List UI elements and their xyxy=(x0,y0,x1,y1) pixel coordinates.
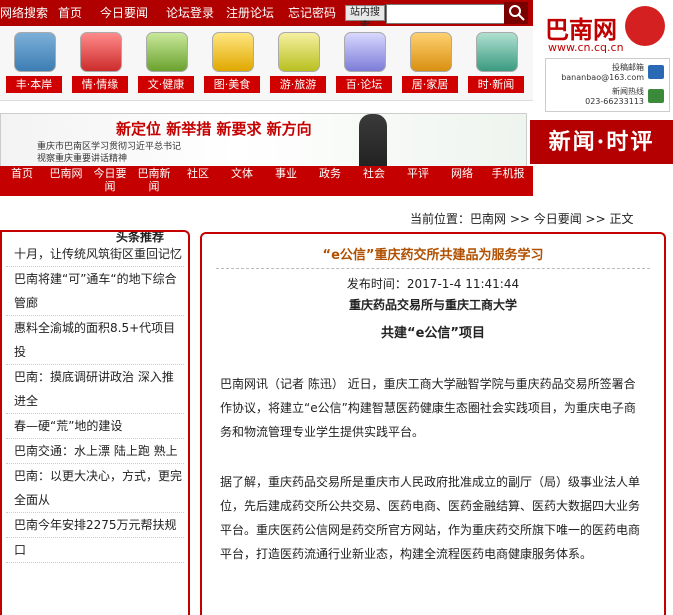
top-link-news[interactable]: 今日要闻 xyxy=(100,4,148,22)
tile-label: 丰·本岸 xyxy=(6,76,62,93)
top-link-forgot-password[interactable]: 忘记密码 xyxy=(288,4,336,22)
phone-label: 新闻热线 xyxy=(612,87,644,96)
mail-icon xyxy=(648,65,664,79)
tile-label: 文·健康 xyxy=(138,76,194,93)
contact-box: 投稿邮箱 bananbao@163.com 新闻热线 023-66233113 xyxy=(545,58,670,112)
news-icon xyxy=(476,32,518,72)
contact-email-row: 投稿邮箱 bananbao@163.com xyxy=(550,63,664,83)
email-value[interactable]: bananbao@163.com xyxy=(550,73,644,83)
top-link-home[interactable]: 首页 xyxy=(58,4,82,22)
article-title: “e公信”重庆药交所共建品为服务学习 xyxy=(322,248,544,263)
list-item[interactable]: 春—硬“荒”地的建设 xyxy=(6,414,184,439)
channel-nav-item[interactable]: 巴南网 xyxy=(46,167,86,180)
article-paragraph: 巴南网讯（记者 陈迅） 近日，重庆工商大学融智学院与重庆药品交易所签署合作协议，… xyxy=(220,377,636,439)
channel-nav-item[interactable]: 社区 xyxy=(178,167,218,180)
tile-7[interactable]: 时·新闻 xyxy=(466,30,526,96)
list-item[interactable]: 巴南交通：水上漂 陆上跑 熟上 xyxy=(6,439,184,464)
tile-label: 图·美食 xyxy=(204,76,260,93)
list-item[interactable]: 巴南将建“可”通车“的地下综合管廊 xyxy=(6,267,184,316)
article-subtitle-2: 共建“e公信”项目 xyxy=(381,326,485,341)
email-label: 投稿邮箱 xyxy=(612,63,644,72)
channel-nav-item[interactable]: 网络 xyxy=(442,167,482,180)
tile-label: 百·论坛 xyxy=(336,76,392,93)
leaf-icon xyxy=(146,32,188,72)
person-photo-icon xyxy=(359,114,387,167)
tile-label: 情·情缘 xyxy=(72,76,128,93)
travel-icon xyxy=(278,32,320,72)
tile-2[interactable]: 文·健康 xyxy=(136,30,196,96)
channel-tile-grid: 丰·本岸 情·情缘 文·健康 图·美食 游·旅游 百·论坛 居·家居 时·新闻 xyxy=(0,26,533,101)
heart-icon xyxy=(80,32,122,72)
logo-icon[interactable] xyxy=(625,6,665,46)
banner-slogan: 新定位 新举措 新要求 新方向 xyxy=(116,120,312,138)
picture-icon xyxy=(212,32,254,72)
list-item[interactable]: 十月，让传统风筑街区重回记忆 xyxy=(6,242,184,267)
tile-3[interactable]: 图·美食 xyxy=(202,30,262,96)
site-logo-text[interactable]: 巴南网 xyxy=(545,10,617,45)
top-link-register[interactable]: 注册论坛 xyxy=(226,4,274,22)
channel-nav-item[interactable]: 文体 xyxy=(222,167,262,180)
channel-nav-item[interactable]: 政务 xyxy=(310,167,350,180)
list-item[interactable]: 巴南：摸底调研讲政治 深入推进全 xyxy=(6,365,184,414)
article-subtitle-1: 重庆药品交易所与重庆工商大学 xyxy=(348,298,517,312)
landscape-icon xyxy=(14,32,56,72)
channel-nav-item[interactable]: 首页 xyxy=(2,167,42,180)
article-panel: “e公信”重庆药交所共建品为服务学习 发布时间：2017-1-4 11:41:4… xyxy=(200,232,666,615)
article-paragraph: 据了解，重庆药品交易所是重庆市人民政府批准成立的副厅（局）级事业法人单位，先后建… xyxy=(220,475,641,561)
site-search-button[interactable]: 站内搜索 xyxy=(345,5,385,32)
channel-nav-item[interactable]: 手机报 xyxy=(486,167,530,180)
list-item[interactable]: 惠料全渝城的面积8.5+代项目投 xyxy=(6,316,184,365)
tile-0[interactable]: 丰·本岸 xyxy=(4,30,64,96)
tile-5[interactable]: 百·论坛 xyxy=(334,30,394,96)
tile-label: 时·新闻 xyxy=(468,76,524,93)
site-url: www.cn.cq.cn xyxy=(548,41,624,54)
headline-list: 十月，让传统风筑街区重回记忆 巴南将建“可”通车“的地下综合管廊 惠料全渝城的面… xyxy=(6,242,184,563)
tile-label: 居·家居 xyxy=(402,76,458,93)
list-item[interactable]: 口 xyxy=(6,538,184,563)
tile-4[interactable]: 游·旅游 xyxy=(268,30,328,96)
channel-nav-item[interactable]: 巴南新闻 xyxy=(134,167,174,193)
breadcrumb[interactable]: 当前位置：巴南网 >> 今日要闻 >> 正文 xyxy=(410,210,633,227)
divider xyxy=(216,268,650,269)
channel-nav: 首页 巴南网 今日要闻 巴南新闻 社区 文体 事业 政务 社会 平评 网络 手机… xyxy=(0,166,533,196)
tile-6[interactable]: 居·家居 xyxy=(400,30,460,96)
tile-1[interactable]: 情·情缘 xyxy=(70,30,130,96)
headline-sidebar: 头条推荐 十月，让传统风筑街区重回记忆 巴南将建“可”通车“的地下综合管廊 惠料… xyxy=(0,230,190,615)
banner[interactable]: 新定位 新举措 新要求 新方向 重庆市巴南区学习贯彻习近平总书记 视察重庆重要讲… xyxy=(0,113,527,168)
channel-nav-item[interactable]: 事业 xyxy=(266,167,306,180)
section-tag: 新闻·时评 xyxy=(530,120,673,164)
top-bar: 网络搜索 首页 今日要闻 论坛登录 注册论坛 忘记密码 站内搜索 xyxy=(0,0,533,32)
search-input[interactable] xyxy=(386,4,506,24)
phone-value: 023-66233113 xyxy=(585,97,644,106)
publish-time: 发布时间：2017-1-4 11:41:44 xyxy=(346,277,520,291)
search-icon[interactable] xyxy=(504,2,528,24)
top-link-forum-login[interactable]: 论坛登录 xyxy=(166,4,214,22)
tile-label: 游·旅游 xyxy=(270,76,326,93)
people-icon xyxy=(344,32,386,72)
banner-line-2: 视察重庆重要讲话精神 xyxy=(37,154,128,164)
channel-nav-item[interactable]: 今日要闻 xyxy=(90,167,130,193)
list-item[interactable]: 巴南：以更大决心，方式，更完全面从 xyxy=(6,464,184,513)
channel-nav-item[interactable]: 平评 xyxy=(398,167,438,180)
bar-chart-icon xyxy=(410,32,452,72)
phone-icon xyxy=(648,89,664,103)
list-item[interactable]: 巴南今年安排2275万元帮扶规 xyxy=(6,513,184,538)
top-link-search[interactable]: 网络搜索 xyxy=(0,4,52,22)
contact-phone-row: 新闻热线 023-66233113 xyxy=(550,87,664,107)
channel-nav-item[interactable]: 社会 xyxy=(354,167,394,180)
